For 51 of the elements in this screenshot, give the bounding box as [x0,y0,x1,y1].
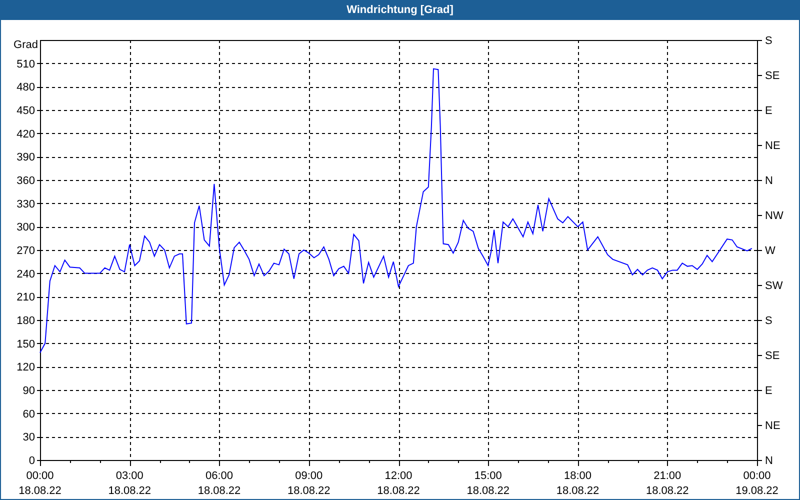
date-label: 18.08.22 [198,485,241,497]
date-label: 18.08.22 [287,485,330,497]
axis-tick-label: NW [765,210,784,222]
axis-tick-label: 00:00 [26,470,54,482]
axis-tick-label: 30 [22,432,35,444]
window-title: Windrichtung [Grad] [346,4,454,16]
axis-tick-label: 0 [28,455,35,467]
axis-tick-label: SE [765,70,780,82]
axis-title: Grad [14,39,38,51]
axis-tick-label: 300 [16,222,35,234]
axis-tick-label: 270 [16,245,35,257]
date-label: 18.08.22 [18,485,62,497]
axis-tick-label: 360 [16,175,35,187]
axis-tick-label: 390 [16,152,35,164]
axis-tick-label: E [765,105,772,117]
axis-tick-label: NE [765,140,780,152]
axis-tick-label: 150 [16,338,35,350]
date-label: 19.08.22 [736,485,778,497]
axis-tick-label: 12:00 [384,470,412,482]
axis-tick-label: 03:00 [116,470,144,482]
axis-tick-label: 120 [16,362,35,374]
axis-tick-label: E [765,385,772,397]
axis-tick-label: 09:00 [295,470,323,482]
axis-tick-label: 90 [22,385,35,397]
axis-tick-label: 180 [16,315,35,327]
axis-tick-label: 18:00 [564,470,592,482]
axis-tick-label: 210 [16,292,35,304]
axis-tick-label: 60 [22,408,35,420]
axis-tick-label: S [765,315,772,327]
axis-tick-label: 480 [16,82,35,94]
axis-tick-label: W [765,245,776,257]
date-label: 18.08.22 [646,485,689,497]
axis-tick-label: 21:00 [654,470,682,482]
date-label: 18.08.22 [556,485,600,497]
axis-tick-label: N [765,175,773,187]
axis-tick-label: NE [765,420,780,432]
date-label: 18.08.22 [377,485,420,497]
date-label: 18.08.22 [466,485,510,497]
date-label: 18.08.22 [108,485,152,497]
axis-tick-label: 420 [16,128,35,140]
axis-tick-label: 330 [16,198,35,210]
axis-tick-label: 240 [16,268,35,280]
axis-tick-label: SW [765,280,783,292]
axis-tick-label: S [765,35,772,47]
axis-tick-label: 15:00 [474,470,502,482]
axis-tick-label: 06:00 [205,470,234,482]
axis-tick-label: SE [765,350,780,362]
axis-tick-label: 510 [16,58,35,70]
axis-tick-label: N [765,455,773,467]
axis-tick-label: 00:00 [743,470,771,482]
axis-tick-label: 450 [16,105,35,117]
